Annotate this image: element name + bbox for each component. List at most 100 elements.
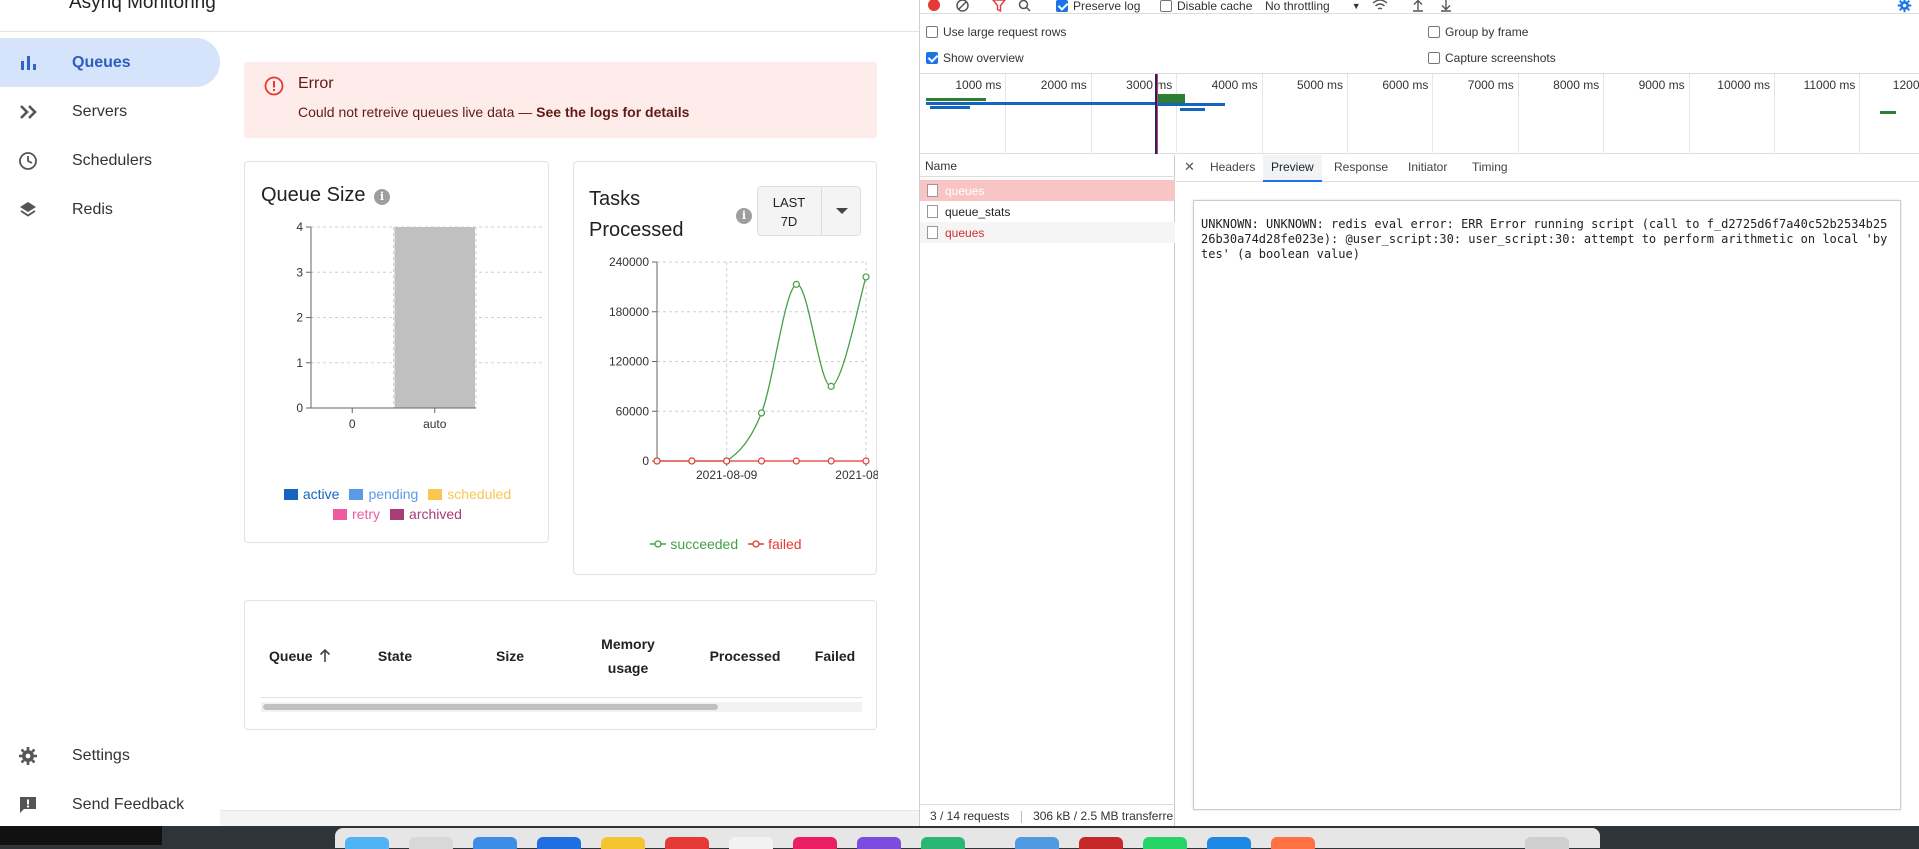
see-logs-link[interactable]: See the logs for details [536,104,689,120]
sidebar-item-settings[interactable]: Settings [0,731,220,780]
sidebar-item-label: Queues [72,53,131,71]
checkbox-unchecked[interactable] [926,26,938,38]
sidebar-item-label: Send Feedback [72,795,185,813]
tab-response[interactable]: Response [1334,155,1388,182]
dock-app-icon[interactable] [1525,837,1569,849]
clear-icon[interactable] [956,0,969,12]
name-column-header[interactable]: Name [920,155,1175,177]
column-header-processed[interactable]: Processed [700,644,790,668]
dock-app-icon[interactable] [1271,837,1315,849]
legend-label: succeeded [670,536,739,552]
sidebar-item-servers[interactable]: Servers [0,87,220,136]
show-overview-checkbox[interactable]: Show overview [926,51,1024,65]
dock-app-icon[interactable] [1207,837,1251,849]
disable-cache-checkbox[interactable]: Disable cache [1160,0,1252,13]
dock-app-icon[interactable] [537,837,581,849]
dock-app-icon[interactable] [921,837,965,849]
caret-down-icon[interactable] [836,208,848,214]
dock-app-icon[interactable] [1143,837,1187,849]
dock-app-icon[interactable] [857,837,901,849]
dock-app-icon[interactable] [665,837,709,849]
timeline-gridline [1774,74,1775,154]
checkbox-unchecked[interactable] [1428,26,1440,38]
large-rows-checkbox[interactable]: Use large request rows [926,25,1066,39]
network-conditions-icon[interactable] [1372,0,1388,12]
settings-gear-icon[interactable] [1897,0,1912,13]
dock-app-icon[interactable] [793,837,837,849]
close-icon[interactable]: ✕ [1184,159,1195,175]
legend-label: scheduled [447,486,512,502]
legend-item[interactable]: succeeded [650,534,738,554]
y-tick-label: 240000 [609,255,649,269]
column-header-failed[interactable]: Failed [800,644,870,668]
hamburger-menu-icon[interactable] [27,0,47,2]
tab-timing[interactable]: Timing [1472,155,1508,182]
network-overview-timeline[interactable]: 1000 ms 2000 ms 3000 ms 4000 ms 5000 ms 6000 … [920,73,1919,154]
dock-app-icon[interactable] [1079,837,1123,849]
macos-dock [335,828,1600,849]
table-scrollbar[interactable] [261,702,862,712]
filter-icon[interactable] [992,0,1006,12]
upload-icon[interactable] [1412,0,1424,12]
dock-app-icon[interactable] [729,837,773,849]
request-row-queues[interactable]: queues [920,222,1175,243]
transfer-size: 306 kB / 2.5 MB transferre [1033,809,1174,823]
preview-content: UNKNOWN: UNKNOWN: redis eval error: ERR … [1193,200,1901,810]
column-header-state[interactable]: State [365,644,425,668]
request-row-queues-selected[interactable]: queues [920,180,1175,201]
info-icon[interactable]: i [736,208,752,224]
column-header-memory-usage[interactable]: Memory usage [565,632,695,680]
scrollbar-thumb[interactable] [263,704,718,710]
timeline-tick-label: 4000 ms [1211,78,1258,92]
time-range-label: LAST 7D [758,193,820,231]
time-range-label-line: 7D [780,214,798,229]
dock-app-icon[interactable] [409,837,453,849]
tab-headers[interactable]: Headers [1210,155,1255,182]
legend-item[interactable]: failed [748,534,802,554]
record-icon[interactable] [928,0,940,11]
column-header-queue[interactable]: Queue [269,644,339,668]
search-icon[interactable] [1018,0,1031,12]
legend-item[interactable]: archived [390,504,462,524]
download-icon[interactable] [1440,0,1452,12]
dock-app-icon[interactable] [1015,837,1059,849]
info-icon[interactable]: i [374,189,390,205]
request-name: queues [945,225,985,240]
legend-swatch [349,488,364,500]
legend-line-marker [650,540,667,548]
checkbox-checked[interactable] [1056,0,1068,12]
sidebar-item-redis[interactable]: Redis [0,185,220,234]
dock-app-icon[interactable] [473,837,517,849]
devtools-options: Use large request rows Show overview Gro… [920,20,1919,70]
capture-screenshots-checkbox[interactable]: Capture screenshots [1428,51,1556,65]
tab-preview[interactable]: Preview [1263,155,1322,182]
request-count: 3 / 14 requests [930,809,1010,823]
group-by-frame-checkbox[interactable]: Group by frame [1428,25,1528,39]
time-range-select[interactable]: LAST 7D [757,186,861,236]
succeeded-data-point [827,382,835,390]
succeeded-data-point [792,280,800,288]
legend-item[interactable]: pending [349,484,418,504]
legend-line-marker [748,540,765,548]
legend-item[interactable]: scheduled [428,484,511,504]
preserve-log-checkbox[interactable]: Preserve log [1056,0,1140,13]
timeline-bar [1880,111,1896,114]
dock-app-icon[interactable] [345,837,389,849]
sidebar-item-queues[interactable]: Queues [0,38,220,87]
checkbox-checked[interactable] [926,52,938,64]
dock-app-icon[interactable] [601,837,645,849]
checkbox-label: Disable cache [1177,0,1253,13]
request-row-queue-stats[interactable]: queue_stats [920,201,1175,222]
sidebar-item-send-feedback[interactable]: Send Feedback [0,780,220,826]
checkbox-unchecked[interactable] [1428,52,1440,64]
legend-item[interactable]: retry [333,504,380,524]
legend-item[interactable]: active [283,484,339,504]
x-tick-label: 2021-08-13 [835,468,878,482]
column-header-size[interactable]: Size [480,644,540,668]
request-details-pane: ✕ Headers Preview Response Initiator Tim… [1176,155,1919,826]
sidebar-item-schedulers[interactable]: Schedulers [0,136,220,185]
timeline-gridline [1603,74,1605,154]
tab-initiator[interactable]: Initiator [1408,155,1447,182]
throttling-select[interactable]: No throttling ▼ [1265,0,1361,13]
checkbox-unchecked[interactable] [1160,0,1172,12]
